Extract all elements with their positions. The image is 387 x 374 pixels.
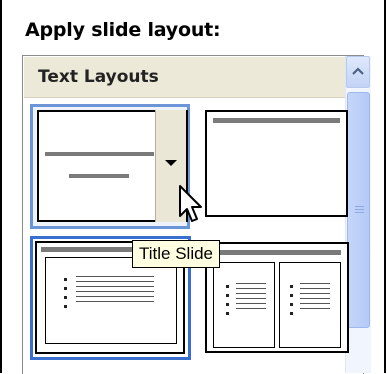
pane-right-edge bbox=[384, 0, 386, 373]
slide-thumbnail bbox=[205, 242, 349, 353]
scroll-thumb[interactable] bbox=[347, 92, 370, 328]
chevron-up-icon bbox=[352, 67, 364, 75]
slide-layout-task-pane: Apply slide layout: Text Layouts Title S… bbox=[0, 0, 387, 374]
category-label: Text Layouts bbox=[38, 67, 159, 87]
pane-left-edge bbox=[0, 0, 2, 373]
category-header: Text Layouts bbox=[24, 57, 369, 98]
scroll-up-button[interactable] bbox=[346, 56, 370, 88]
pane-title: Apply slide layout: bbox=[25, 19, 221, 41]
layout-tooltip: Title Slide bbox=[132, 240, 221, 268]
arrow-cursor-icon bbox=[179, 185, 202, 222]
caret-down-icon bbox=[165, 160, 177, 166]
slide-thumbnail bbox=[205, 110, 348, 217]
